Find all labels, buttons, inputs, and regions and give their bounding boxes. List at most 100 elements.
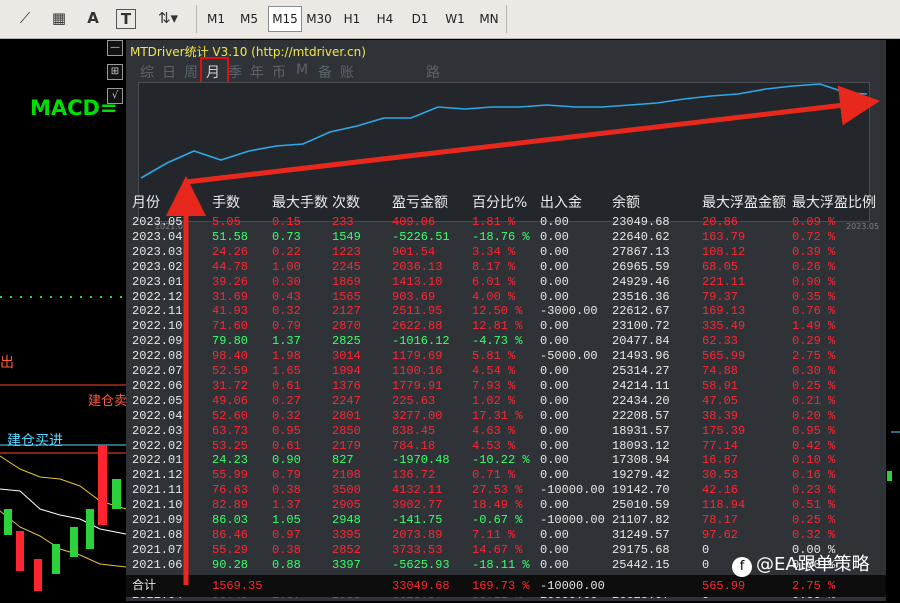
table-cell: 2021.06 [132, 557, 183, 572]
column-header[interactable]: 手数 [212, 192, 240, 214]
table-cell: 18931.57 [612, 423, 670, 438]
table-cell: 98.40 [212, 349, 249, 364]
table-cell: 1.02 % [472, 393, 516, 408]
table-row: 2023.01 39.26 0.30 1869 1413.10 6.01 % 0.00 249… [126, 275, 886, 290]
timeframe-h1[interactable]: H1 [337, 6, 367, 32]
table-cell: 78.17 [702, 513, 739, 527]
timeframe-m5[interactable]: M5 [234, 6, 264, 32]
timeframe-h4[interactable]: H4 [370, 6, 400, 32]
table-cell: -5000.00 [540, 349, 598, 364]
tab-magic[interactable]: M [296, 62, 308, 78]
table-cell: 1223 [332, 244, 361, 259]
timeframe-d1[interactable]: D1 [405, 6, 435, 32]
tab-currency[interactable]: 币 [272, 62, 286, 82]
table-row: 2023.04 51.58 0.73 1549 -5226.51 -18.76 % 0.00… [126, 230, 886, 245]
column-header[interactable]: 月份 [132, 192, 160, 214]
table-cell: 90.28 [212, 557, 249, 572]
text-tool-icon[interactable]: A [82, 7, 104, 29]
column-header[interactable]: 余额 [612, 192, 640, 214]
table-cell: 31.72 [212, 378, 249, 393]
check-button[interactable]: √ [107, 88, 123, 104]
table-cell: 1.37 [272, 334, 301, 349]
column-header[interactable]: 最大手数 [272, 192, 328, 214]
column-header[interactable]: 出入金 [540, 192, 582, 214]
column-header[interactable]: 盈亏金额 [392, 192, 448, 214]
minimize-button[interactable]: — [107, 40, 123, 56]
table-row: 2022.10 71.60 0.79 2870 2622.88 12.81 % 0.00 23… [126, 319, 886, 334]
table-cell: 2021.08 [132, 527, 183, 542]
column-header[interactable]: 最大浮盈金额 [702, 192, 786, 214]
footer-cell: 33049.68 [392, 579, 450, 593]
table-cell: 108.12 [702, 244, 746, 259]
table-cell: 2870 [332, 319, 361, 334]
table-cell: 3014 [332, 349, 361, 364]
table-cell: 0.00 [540, 408, 569, 423]
table-cell: 18.49 % [472, 498, 523, 513]
table-cell: 827 [332, 453, 354, 468]
column-header[interactable]: 次数 [332, 192, 360, 214]
table-row: 2021.12 55.99 0.79 2108 136.72 0.71 % 0.00 1927… [126, 468, 886, 483]
table-cell: 409.06 [392, 215, 436, 229]
tab-week[interactable]: 周 [184, 62, 198, 82]
table-cell: 2948 [332, 513, 361, 527]
table-cell: 4.63 % [472, 423, 516, 438]
table-cell: 0.23 % [792, 483, 836, 498]
column-header[interactable]: 最大浮盈比例 [792, 192, 876, 214]
table-cell: 4.53 % [472, 438, 516, 453]
table-cell: 2247 [332, 393, 361, 408]
timeframe-m1[interactable]: M1 [201, 6, 231, 32]
table-cell: 4.00 % [472, 289, 516, 304]
table-cell: 86.46 [212, 527, 249, 542]
table-cell: 3397 [332, 557, 361, 572]
timeframe-m30[interactable]: M30 [304, 6, 334, 32]
table-cell: 7.93 % [472, 378, 516, 393]
table-row: 2022.11 41.93 0.32 2127 2511.95 12.50 % -3000.… [126, 304, 886, 319]
table-cell: 0.25 % [792, 513, 836, 527]
arrows-icon[interactable]: ⇅▾ [150, 7, 186, 29]
table-cell: 44.78 [212, 259, 249, 274]
table-cell: 17308.94 [612, 453, 670, 468]
table-cell: 0.00 [540, 498, 569, 513]
grid-icon[interactable]: ▦ [48, 7, 70, 29]
table-cell: 0.00 [540, 468, 569, 483]
table-cell: 31.69 [212, 289, 249, 304]
table-cell: 2022.04 [132, 408, 183, 423]
table-cell: 68.05 [702, 259, 739, 274]
timeframe-m15[interactable]: M15 [268, 6, 302, 32]
tab-year[interactable]: 年 [250, 62, 264, 82]
fibonacci-icon[interactable]: ⟋ [14, 7, 36, 29]
timeframe-w1[interactable]: W1 [440, 6, 470, 32]
table-row: 2021.11 76.63 0.38 3500 4132.11 27.53 % -10000… [126, 483, 886, 498]
table-cell: 0.00 [540, 557, 569, 572]
tab-quarter[interactable]: 季 [228, 62, 242, 82]
table-cell: 3500 [332, 483, 361, 498]
column-header[interactable]: 百分比% [472, 192, 527, 214]
tab-day[interactable]: 日 [162, 62, 176, 82]
table-row: 2021.09 86.03 1.05 2948 -141.75 -0.67 % -10000… [126, 513, 886, 528]
table-cell: 17.31 % [472, 408, 523, 423]
table-cell: 19142.70 [612, 483, 670, 498]
table-row: 2022.05 49.06 0.27 2247 225.63 1.02 % 0.00 2243… [126, 394, 886, 409]
macd-label: MACD= [30, 96, 118, 120]
table-cell: 49.06 [212, 393, 249, 408]
text-label-icon[interactable]: T [116, 9, 136, 29]
table-cell: 2021.10 [132, 498, 183, 513]
table-cell: 2022.06 [132, 378, 183, 393]
tab-comment[interactable]: 备 [318, 62, 332, 82]
table-cell: 4.54 % [472, 364, 516, 378]
table-cell: 0.51 % [792, 498, 836, 513]
table-cell: 76.63 [212, 483, 249, 498]
timeframe-mn[interactable]: MN [474, 6, 504, 32]
table-cell: 23100.72 [612, 319, 670, 334]
candle-up [52, 544, 60, 574]
table-cell: 2022.02 [132, 438, 183, 453]
table-cell: 0.32 % [792, 527, 836, 542]
tab-summary[interactable]: 综 [140, 62, 154, 82]
table-cell: 82.89 [212, 498, 249, 513]
table-cell: 8.17 % [472, 259, 516, 274]
layout-button[interactable]: ⊞ [107, 64, 123, 80]
candle-down [98, 445, 107, 525]
table-cell: 0.00 [540, 364, 569, 378]
table-cell: 0.30 % [792, 364, 836, 378]
table-cell: 0.15 [272, 215, 301, 229]
